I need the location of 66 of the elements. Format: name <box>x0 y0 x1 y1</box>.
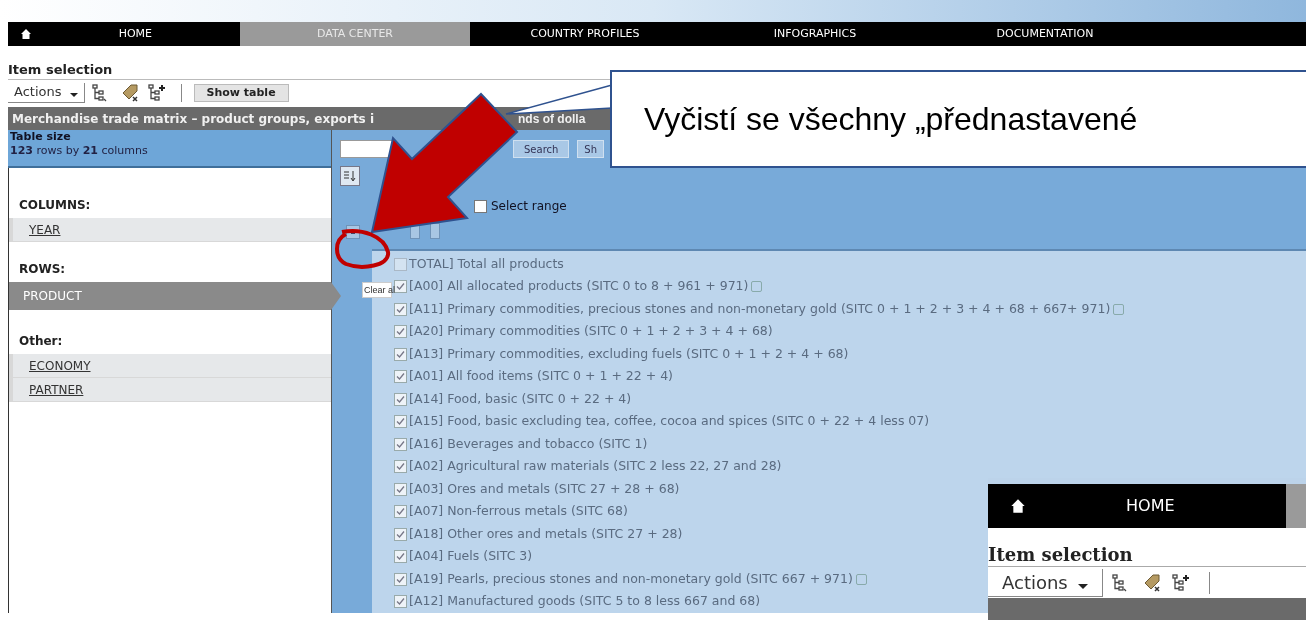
checkbox[interactable] <box>394 347 407 361</box>
section-title: Item selection <box>988 543 1134 566</box>
checkbox[interactable] <box>394 482 407 496</box>
checkbox[interactable] <box>394 572 407 586</box>
search-button[interactable]: Search <box>513 140 570 159</box>
checkbox[interactable] <box>394 595 407 609</box>
nav-tab[interactable]: DOCUMENTATION <box>930 22 1160 46</box>
table-size-title: Table size <box>10 130 72 144</box>
product-label[interactable]: [A02] Agricultural raw materials (SITC 2 less 22, 27 and 28) <box>409 457 782 477</box>
callout-text: Vyčistí se všechny „přednastavené <box>644 100 1138 139</box>
section-title: Item selection <box>8 62 114 78</box>
product-label[interactable]: [A13] Primary commodities, excluding fuels (SITC 0 + 1 + 2 + 4 + 68) <box>409 344 849 364</box>
product-label[interactable]: [A16] Beverages and tobacco (SITC 1) <box>409 434 648 454</box>
nav-tab[interactable]: DATA CENTER <box>240 22 470 46</box>
product-label[interactable]: [A15] Food, basic excluding tea, coffee, cocoa and spices (SITC 0 + 22 + 4 less 07) <box>409 412 930 432</box>
dimension-item[interactable]: YEAR <box>9 218 331 242</box>
nav-tab[interactable]: HOME <box>1126 494 1175 518</box>
checkbox[interactable] <box>394 437 407 451</box>
actions-dropdown[interactable]: Actions <box>8 82 85 103</box>
product-label[interactable]: [A03] Ores and metals (SITC 27 + 28 + 68) <box>409 479 680 499</box>
checkbox[interactable] <box>394 505 407 519</box>
columns-heading: COLUMNS: <box>18 197 92 214</box>
dimension-item[interactable]: PARTNER <box>9 378 331 402</box>
nav-tab[interactable]: INFOGRAPHICS <box>700 22 930 46</box>
checkbox[interactable] <box>394 415 407 429</box>
checkbox[interactable] <box>394 280 407 294</box>
nav-tab-edge <box>1286 484 1306 528</box>
show-table-button[interactable]: Show table <box>193 83 289 102</box>
nav-tab[interactable]: COUNTRY PROFILES <box>470 22 700 46</box>
sort-icon[interactable] <box>340 166 360 186</box>
product-label[interactable]: [A19] Pearls, precious stones and non-monetary gold (SITC 667 + 971) <box>409 569 853 589</box>
ring-annotation <box>332 226 392 272</box>
product-label[interactable]: [A18] Other ores and metals (SITC 27 + 28) <box>409 524 683 544</box>
product-label[interactable]: [A11] Primary commodities, precious stones and non-monetary gold (SITC 0 + 1 + 2 + 3 + 4 + 68 + 667+ 971) <box>409 299 1111 319</box>
checkbox[interactable] <box>394 370 407 384</box>
other-heading: Other: <box>18 333 64 350</box>
rows-heading: ROWS: <box>18 261 67 278</box>
checkbox[interactable] <box>394 527 407 541</box>
product-label[interactable]: [A12] Manufactured goods (SITC 5 to 8 less 667 and 68) <box>409 592 761 612</box>
nav-tab[interactable]: HOME <box>8 22 240 46</box>
checkbox[interactable] <box>394 392 407 406</box>
product-label[interactable]: [A20] Primary commodities (SITC 0 + 1 + 2 + 3 + 4 + 68) <box>409 322 773 342</box>
product-label[interactable]: [A14] Food, basic (SITC 0 + 22 + 4) <box>409 389 632 409</box>
dimension-item[interactable]: ECONOMY <box>9 354 331 378</box>
checkbox[interactable] <box>394 302 407 316</box>
show-button[interactable]: Sh <box>577 140 605 159</box>
product-label[interactable]: [A01] All food items (SITC 0 + 1 + 22 + 4) <box>409 367 673 387</box>
caret-icon <box>1077 583 1088 589</box>
product-label[interactable]: TOTAL] Total all products <box>409 254 564 274</box>
home-icon[interactable] <box>1010 498 1026 514</box>
checkbox[interactable] <box>394 460 407 474</box>
product-label[interactable]: [A04] Fuels (SITC 3) <box>409 547 533 567</box>
collapse-icon[interactable] <box>430 223 440 239</box>
table-title: Merchandise trade matrix – product groups, exports i <box>12 110 376 128</box>
actions-dropdown[interactable]: Actions <box>988 568 1103 597</box>
dimension-item[interactable]: PRODUCT <box>9 282 341 310</box>
checkbox[interactable] <box>394 325 407 339</box>
caret-icon <box>69 93 78 97</box>
table-title: nds of dolla <box>518 110 586 128</box>
table-size-summary: 123 rows by 21 columns <box>10 144 149 158</box>
product-label[interactable]: [A07] Non-ferrous metals (SITC 68) <box>409 502 628 522</box>
select-range-checkbox[interactable]: Select range <box>474 197 567 216</box>
checkbox[interactable] <box>394 257 407 271</box>
checkbox[interactable] <box>394 550 407 564</box>
product-label[interactable]: [A00] All allocated products (SITC 0 to 8 + 961 + 971) <box>409 277 749 297</box>
home-icon[interactable] <box>20 28 32 40</box>
